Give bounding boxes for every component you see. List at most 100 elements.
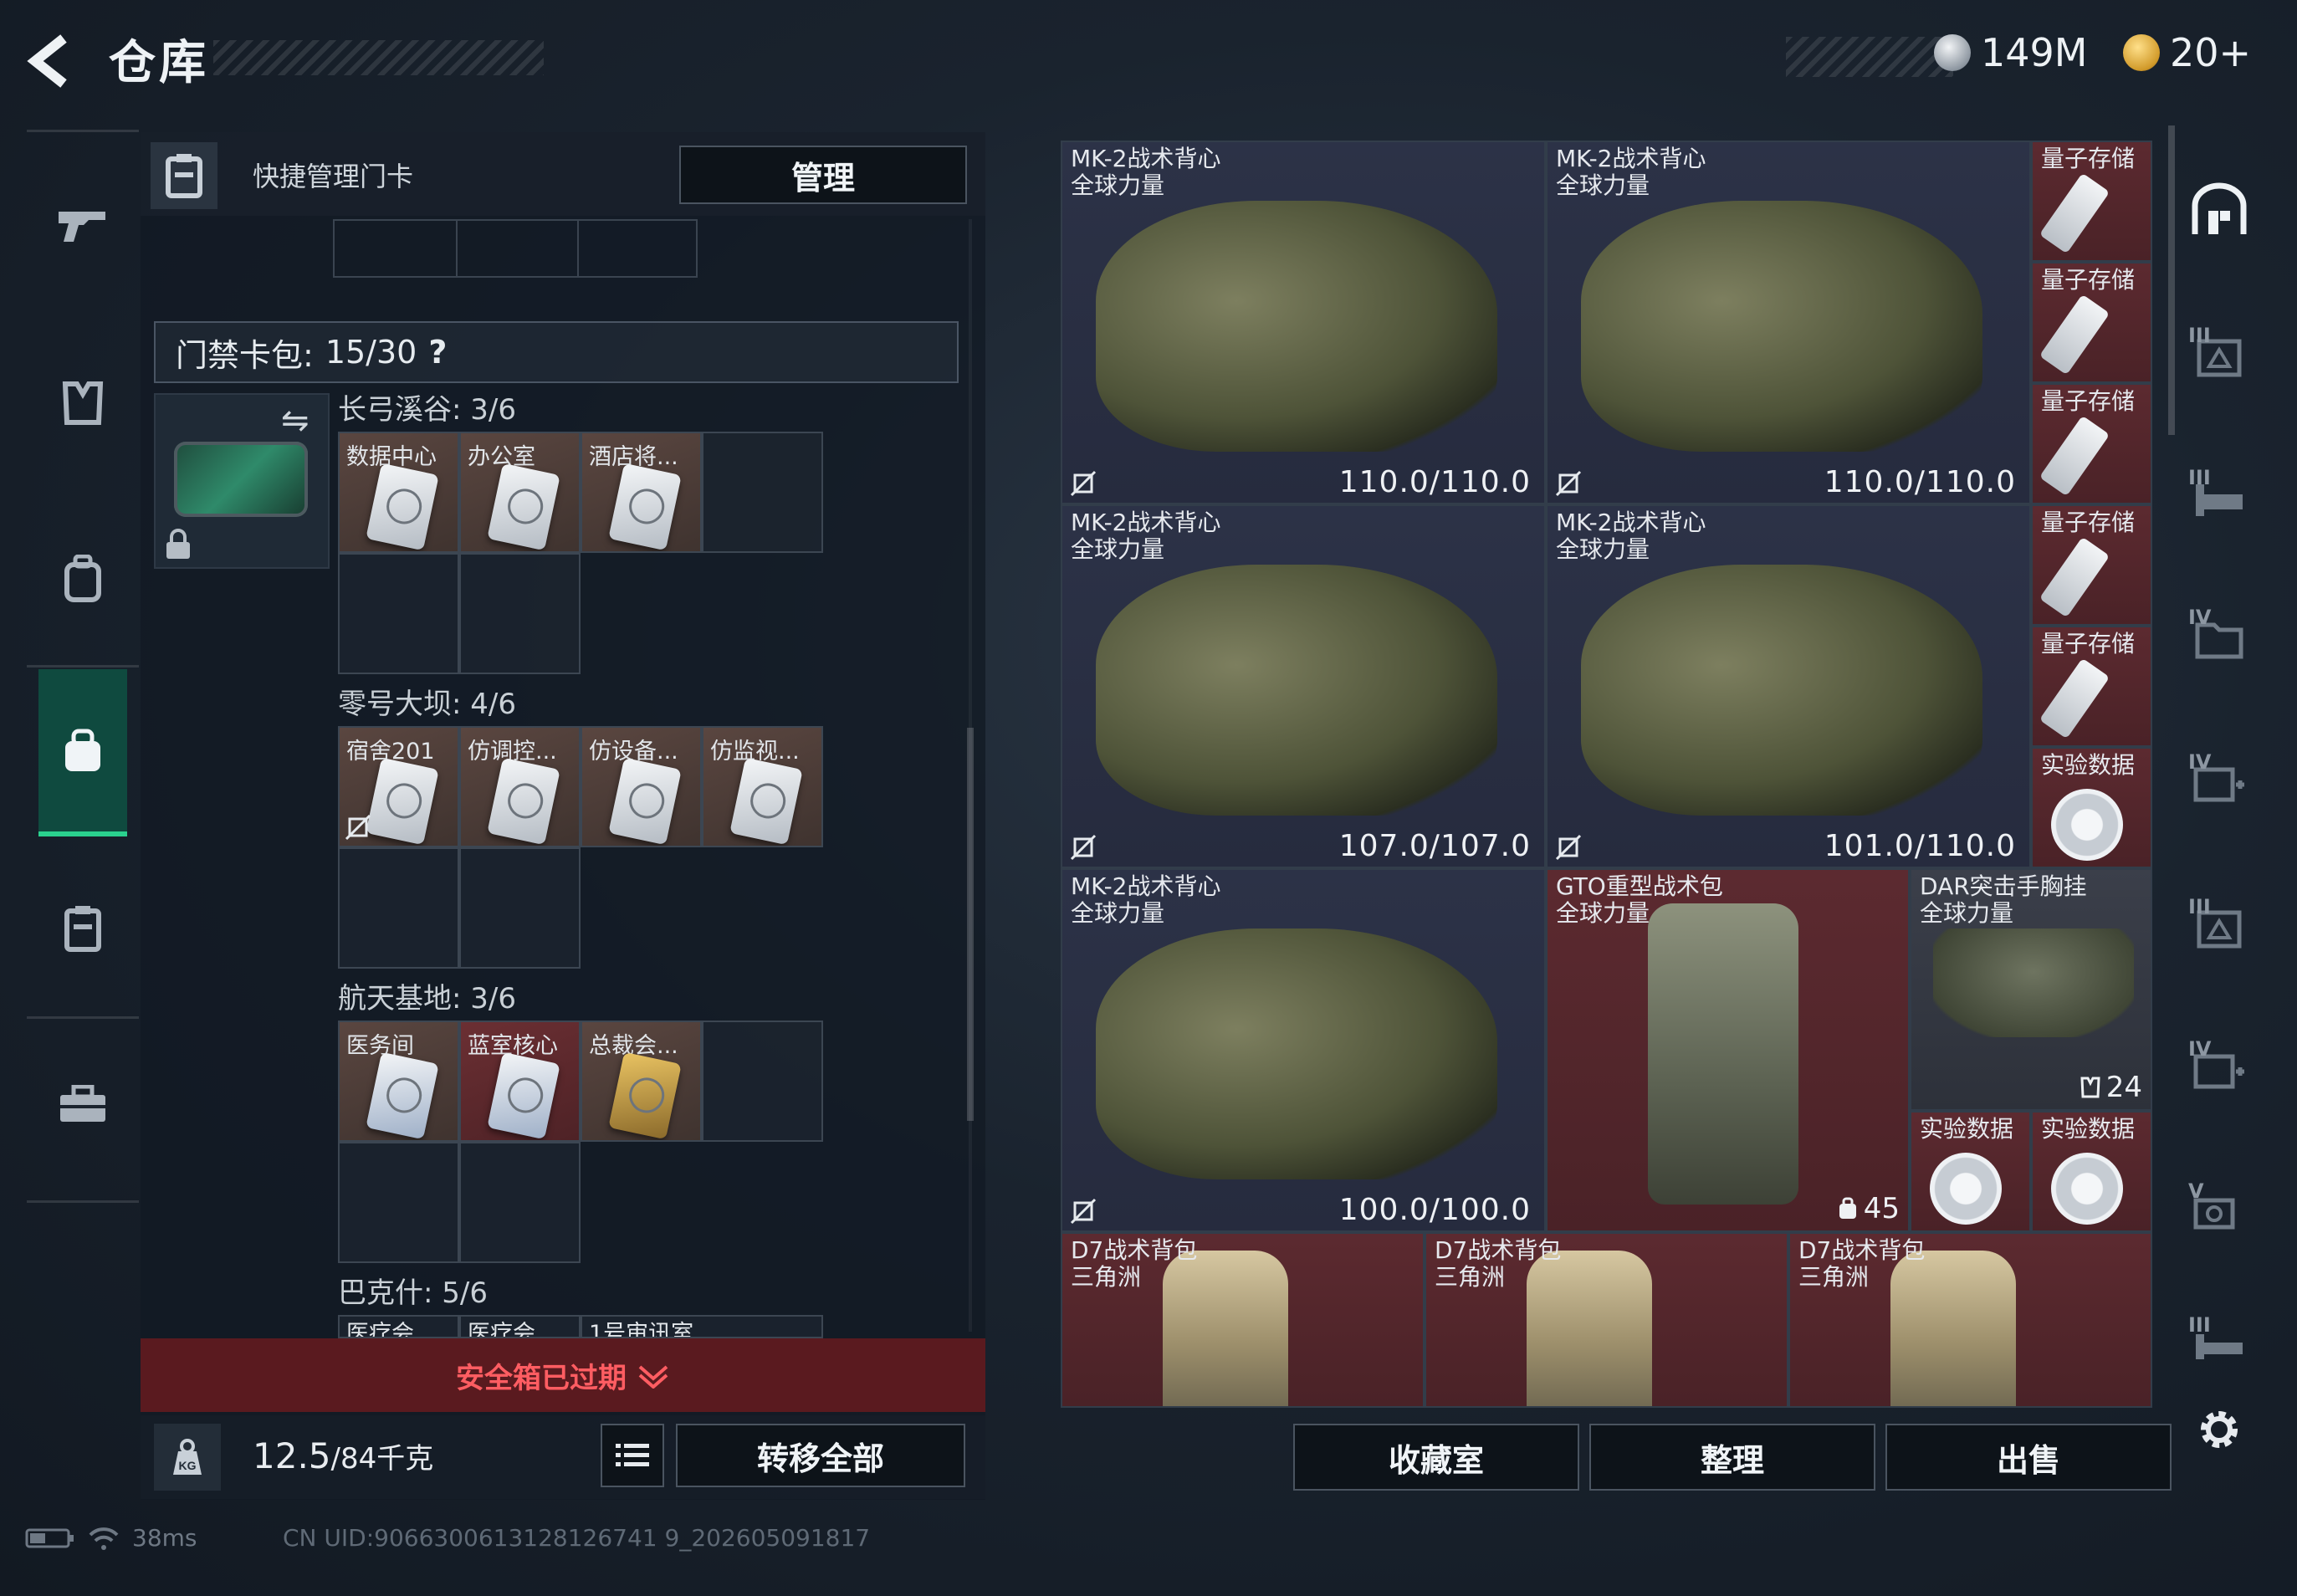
storage-item[interactable]: D7战术背包 三角洲 [1061, 1232, 1425, 1408]
armor-icon [2080, 1077, 2100, 1098]
keycard-icon [64, 906, 101, 952]
silver-coin-icon [1934, 34, 1971, 71]
nav-bag[interactable] [38, 669, 127, 836]
storage-item[interactable]: 实验数据 [1910, 1111, 2031, 1232]
item-durability: 110.0/110.0 [1824, 465, 2016, 499]
disc-image [2051, 789, 2123, 861]
collection-room-button[interactable]: 收藏室 [1293, 1424, 1579, 1491]
storage-item[interactable]: MK-2战术背心 全球力量 110.0/110.0 [1061, 141, 1546, 504]
rail-station[interactable]: III [2185, 322, 2254, 391]
item-name: 量子存储 [2041, 509, 2136, 536]
rail-station[interactable]: III [2185, 893, 2254, 962]
lock-icon [166, 529, 190, 559]
rail-station[interactable]: III [2185, 464, 2254, 533]
storage-item[interactable]: 量子存储 [2031, 383, 2152, 504]
nav-backpack[interactable] [38, 533, 127, 625]
rail-safehouse[interactable] [2185, 177, 2254, 246]
swap-icon[interactable]: ⇋ [281, 402, 310, 440]
keycard-slot[interactable]: 1号审讯室 [581, 1315, 823, 1338]
gold-currency[interactable]: 20+ [2123, 30, 2251, 75]
nav-keycards[interactable] [38, 882, 127, 974]
empty-keycard-slot[interactable] [702, 432, 823, 553]
storage-scrollbar[interactable] [2168, 125, 2175, 435]
uid-label: CN UID:9066300613128126741 9_20260509181… [283, 1524, 871, 1552]
storage-item[interactable]: 量子存储 [2031, 626, 2152, 747]
vest-image [1581, 201, 1982, 452]
nav-armor[interactable] [38, 357, 127, 449]
keycard-slot[interactable]: 仿调控... [459, 726, 581, 847]
safebox-expired-banner[interactable]: 安全箱已过期 [141, 1338, 985, 1412]
rail-station[interactable]: IV [2185, 1036, 2254, 1104]
storage-item[interactable]: 量子存储 [2031, 262, 2152, 383]
manage-button[interactable]: 管理 [679, 146, 967, 204]
card-group-label: 长弓溪谷: 3/6 [338, 393, 516, 427]
storage-item[interactable]: DAR突击手胸挂 全球力量 24 [1910, 868, 2152, 1111]
storage-item[interactable]: 量子存储 [2031, 141, 2152, 262]
storage-item[interactable]: 实验数据 [2031, 1111, 2152, 1232]
keycard-slot[interactable]: 仿监视... [702, 726, 823, 847]
transfer-all-button[interactable]: 转移全部 [676, 1424, 965, 1487]
keycard-image [608, 1051, 682, 1140]
armor-icon [62, 381, 104, 425]
storage-item[interactable]: 量子存储 [2031, 504, 2152, 626]
card-list-scroll-thumb[interactable] [967, 728, 974, 1121]
keycard-slot[interactable]: 宿舍201 [338, 726, 459, 847]
keycard-slot[interactable]: 医疗会... [338, 1315, 459, 1338]
rail-station[interactable]: V [2185, 1178, 2254, 1246]
help-icon[interactable]: ? [428, 334, 447, 371]
vest-image [1096, 201, 1497, 452]
svg-text:KG: KG [179, 1459, 197, 1472]
storage-item[interactable]: MK-2战术背心 全球力量 101.0/110.0 [1546, 504, 2031, 868]
empty-keycard-slot[interactable] [459, 553, 581, 674]
keycard-image [608, 463, 682, 551]
card-capacity-bar: 门禁卡包: 15/30 ? [154, 321, 959, 383]
keycard-slot[interactable]: 酒店将... [581, 432, 702, 553]
empty-keycard-slot[interactable] [459, 1142, 581, 1263]
status-bar: 38ms [25, 1524, 197, 1552]
keycard-slot[interactable]: 蓝室核心 [459, 1021, 581, 1142]
card-header-icon-box [151, 142, 217, 209]
rail-station[interactable]: IV [2185, 749, 2254, 817]
keycard-image [729, 757, 803, 846]
storage-item[interactable]: MK-2战术背心 全球力量 100.0/100.0 [1061, 868, 1546, 1232]
empty-keycard-slot[interactable] [338, 847, 459, 969]
keycard-slot[interactable]: 医务间 [338, 1021, 459, 1142]
empty-keycard-slot[interactable] [338, 1142, 459, 1263]
sell-button[interactable]: 出售 [1885, 1424, 2172, 1491]
keycard-slot[interactable]: 仿设备... [581, 726, 702, 847]
usb-image [2039, 657, 2110, 739]
rail-station[interactable]: IV [2185, 604, 2254, 673]
empty-keycard-slot[interactable] [702, 1021, 823, 1142]
collapsed-slot-row [333, 219, 698, 278]
keycard-label: 1号审讯室 [589, 1321, 694, 1338]
storage-item[interactable]: D7战术背包 三角洲 [1425, 1232, 1788, 1408]
settings-button[interactable] [2185, 1395, 2254, 1464]
item-name: 量子存储 [2041, 387, 2136, 415]
wifi-icon [89, 1527, 119, 1550]
keycard-label: 医务间 [346, 1033, 414, 1059]
storage-item[interactable]: 实验数据 [2031, 747, 2152, 868]
gold-amount: 20+ [2170, 30, 2252, 75]
keycard-slot[interactable]: 数据中心 [338, 432, 459, 553]
organize-button[interactable]: 整理 [1589, 1424, 1875, 1491]
rail-station[interactable]: III [2185, 1312, 2254, 1380]
storage-item[interactable]: MK-2战术背心 全球力量 107.0/107.0 [1061, 504, 1546, 868]
back-button[interactable] [23, 32, 82, 90]
empty-keycard-slot[interactable] [459, 847, 581, 969]
item-name: 量子存储 [2041, 266, 2136, 294]
title-decoration [213, 40, 544, 75]
keycard-slot[interactable]: 总裁会... [581, 1021, 702, 1142]
keycard-slot[interactable]: 医疗会... [459, 1315, 581, 1338]
nav-toolbox[interactable] [38, 1058, 127, 1150]
nav-divider [27, 130, 139, 132]
storage-item[interactable]: D7战术背包 三角洲 [1788, 1232, 2152, 1408]
page-title: 仓库 [109, 36, 209, 90]
keycard-slot[interactable]: 办公室 [459, 432, 581, 553]
storage-item[interactable]: MK-2战术背心 全球力量 110.0/110.0 [1546, 141, 2031, 504]
storage-item[interactable]: GTO重型战术包 全球力量 45 [1546, 868, 1910, 1232]
empty-keycard-slot[interactable] [338, 553, 459, 674]
nav-divider [27, 1200, 139, 1203]
nav-weapons[interactable] [38, 180, 127, 272]
list-view-button[interactable] [601, 1424, 664, 1487]
keycard-label: 医疗会... [346, 1321, 436, 1338]
